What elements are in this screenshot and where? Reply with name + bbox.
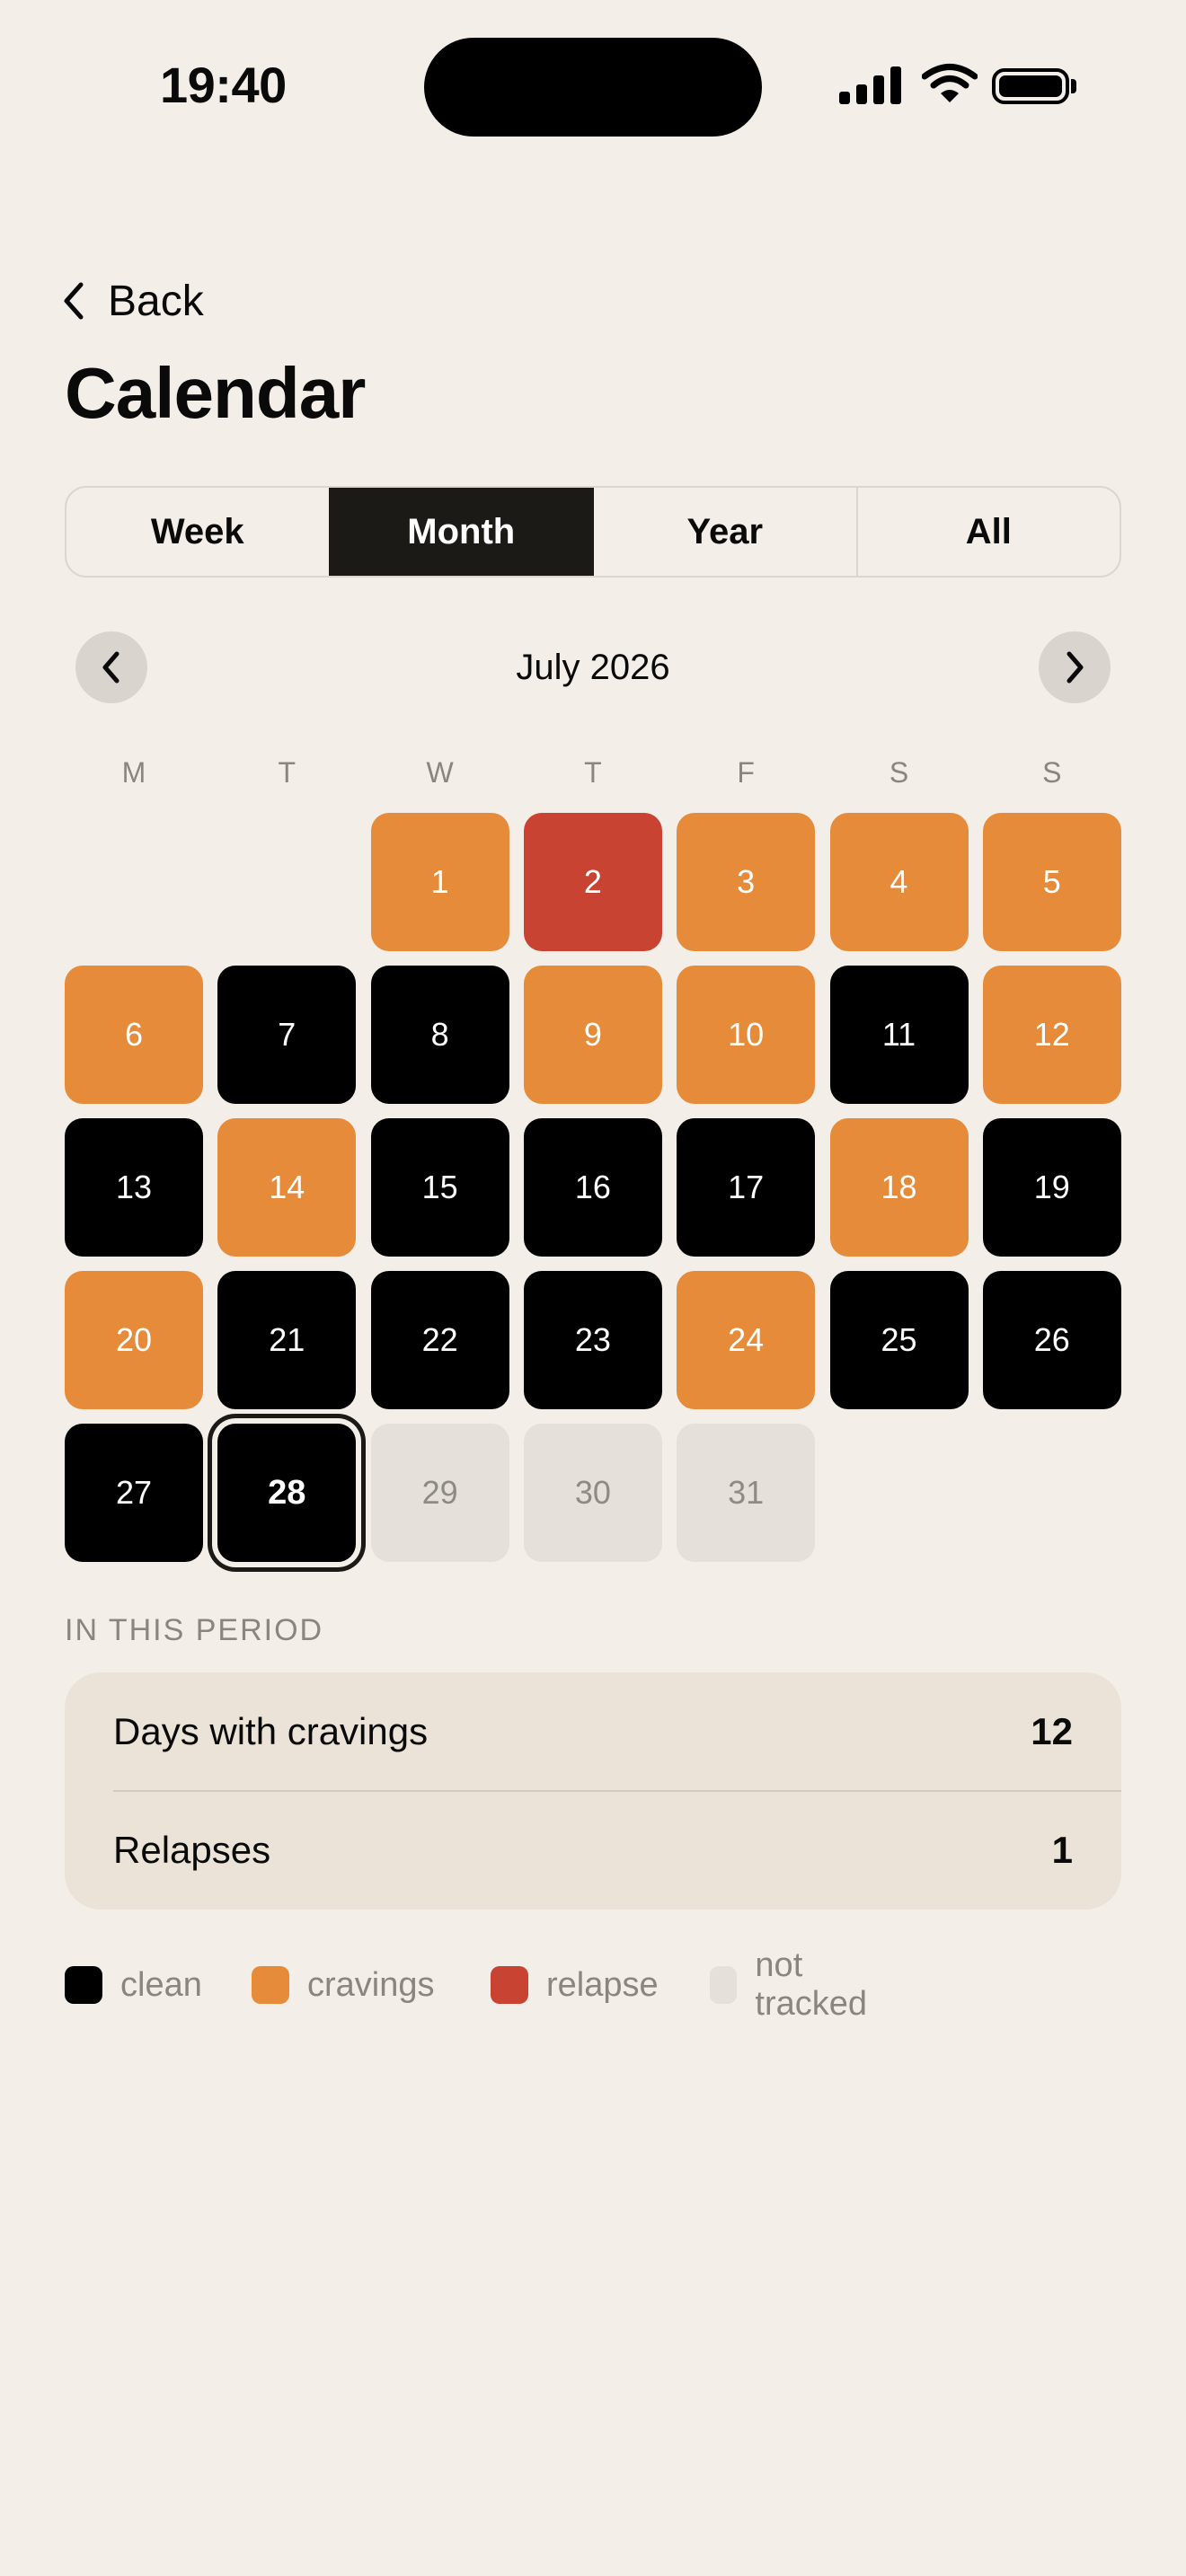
weekday-label: T — [584, 756, 602, 789]
stat-row-cravings: Days with cravings 12 — [113, 1672, 1121, 1791]
calendar-grid: 1 2 3 4 5 6 7 8 9 10 11 12 13 14 15 16 17 18 19 20 21 22 23 24 2… — [65, 813, 1121, 1562]
calendar-day-1[interactable]: 1 — [370, 813, 509, 951]
next-month-button[interactable] — [1039, 631, 1111, 703]
calendar-day-18[interactable]: 18 — [829, 1118, 969, 1257]
stat-row-relapses: Relapses 1 — [113, 1791, 1121, 1910]
calendar-day-15[interactable]: 15 — [370, 1118, 509, 1257]
calendar-day-12[interactable]: 12 — [982, 966, 1121, 1104]
calendar-day-19[interactable]: 19 — [982, 1118, 1121, 1257]
section-label: IN THIS PERIOD — [65, 1613, 324, 1647]
chevron-left-icon — [64, 282, 84, 320]
calendar-day-16[interactable]: 16 — [523, 1118, 662, 1257]
legend-item-relapse: relapse — [491, 1963, 659, 2007]
calendar-day-24[interactable]: 24 — [677, 1271, 816, 1409]
segment-month[interactable]: Month — [328, 488, 592, 576]
calendar-day-3[interactable]: 3 — [677, 813, 816, 951]
calendar-day-21[interactable]: 21 — [217, 1271, 357, 1409]
dynamic-island — [424, 38, 762, 137]
calendar-day-13[interactable]: 13 — [65, 1118, 203, 1257]
legend-label: cravings — [307, 1965, 435, 2004]
back-label: Back — [108, 277, 204, 325]
weekday-label: S — [1042, 756, 1062, 789]
month-label: July 2026 — [516, 648, 670, 687]
calendar-day-14[interactable]: 14 — [217, 1118, 357, 1257]
calendar-day-8[interactable]: 8 — [370, 966, 509, 1104]
calendar-day-4[interactable]: 4 — [829, 813, 969, 951]
calendar-day-9[interactable]: 9 — [523, 966, 662, 1104]
stat-value: 12 — [1031, 1710, 1073, 1752]
calendar-day-31[interactable]: 31 — [677, 1424, 816, 1562]
calendar-day-28[interactable]: 28 — [217, 1424, 357, 1562]
calendar-day-2[interactable]: 2 — [523, 813, 662, 951]
calendar-day-23[interactable]: 23 — [523, 1271, 662, 1409]
calendar-day-10[interactable]: 10 — [677, 966, 816, 1104]
calendar-day-5[interactable]: 5 — [982, 813, 1121, 951]
legend-swatch — [491, 1966, 528, 2004]
legend-item-not-tracked: not tracked — [710, 1946, 878, 2023]
calendar-day-11[interactable]: 11 — [829, 966, 969, 1104]
calendar-day-29[interactable]: 29 — [370, 1424, 509, 1562]
calendar-day-22[interactable]: 22 — [370, 1271, 509, 1409]
calendar-day-17[interactable]: 17 — [677, 1118, 816, 1257]
legend-label: clean — [120, 1965, 202, 2004]
weekday-label: S — [889, 756, 909, 789]
back-button[interactable]: Back — [63, 269, 204, 332]
page-title: Calendar — [65, 353, 366, 433]
weekday-label: M — [121, 756, 146, 789]
calendar-screen: 19:40 Back Calendar Week Month Year All — [0, 0, 1186, 2576]
legend-swatch — [252, 1966, 289, 2004]
legend-label: not tracked — [755, 1946, 868, 2023]
period-stats-card: Days with cravings 12 Relapses 1 — [65, 1672, 1121, 1910]
calendar-day-6[interactable]: 6 — [65, 966, 203, 1104]
stat-label: Days with cravings — [113, 1710, 429, 1752]
calendar-day-26[interactable]: 26 — [982, 1271, 1121, 1409]
legend-label: relapse — [546, 1965, 659, 2004]
calendar-day-30[interactable]: 30 — [523, 1424, 662, 1562]
stat-value: 1 — [1051, 1829, 1073, 1871]
legend-swatch — [65, 1966, 102, 2004]
weekday-label: W — [426, 756, 454, 789]
wifi-icon — [922, 64, 978, 102]
period-segmented-control: Week Month Year All — [65, 486, 1121, 578]
weekday-label: T — [278, 756, 296, 789]
segment-year[interactable]: Year — [592, 488, 856, 576]
chevron-left-icon — [102, 651, 119, 684]
weekday-header: MTWTFSS — [65, 756, 1121, 796]
chevron-right-icon — [1067, 651, 1084, 684]
cellular-signal-icon — [839, 63, 902, 104]
calendar-day-20[interactable]: 20 — [65, 1271, 203, 1409]
calendar-day-27[interactable]: 27 — [65, 1424, 203, 1562]
legend-item-cravings: cravings — [252, 1963, 435, 2007]
status-time: 19:40 — [160, 57, 287, 113]
segment-week[interactable]: Week — [66, 488, 329, 576]
stat-label: Relapses — [113, 1829, 271, 1871]
legend-swatch — [710, 1966, 738, 2004]
previous-month-button[interactable] — [75, 631, 147, 703]
weekday-label: F — [737, 756, 755, 789]
segment-all[interactable]: All — [855, 488, 1120, 576]
legend-item-clean: clean — [65, 1963, 202, 2007]
calendar-day-25[interactable]: 25 — [829, 1271, 969, 1409]
calendar-day-7[interactable]: 7 — [217, 966, 357, 1104]
